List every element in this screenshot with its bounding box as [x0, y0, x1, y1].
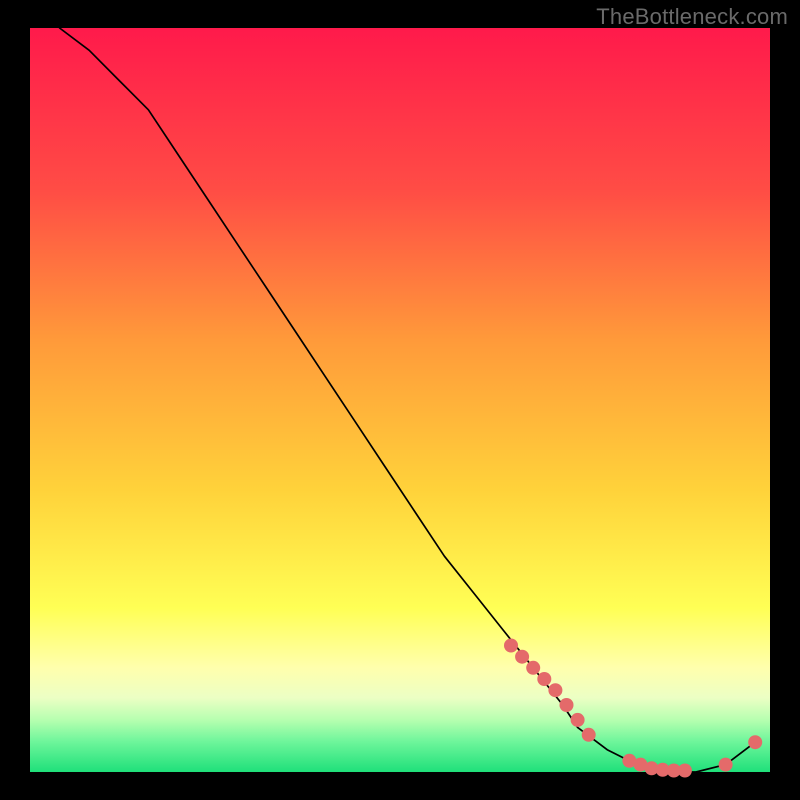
plot-area: [30, 28, 770, 772]
curve-marker: [548, 683, 562, 697]
curve-marker: [560, 698, 574, 712]
curve-marker: [504, 639, 518, 653]
bottleneck-chart: [0, 0, 800, 800]
curve-marker: [526, 661, 540, 675]
chart-stage: TheBottleneck.com: [0, 0, 800, 800]
curve-marker: [515, 650, 529, 664]
curve-marker: [748, 735, 762, 749]
curve-marker: [678, 764, 692, 778]
curve-marker: [582, 728, 596, 742]
curve-marker: [719, 758, 733, 772]
watermark-text: TheBottleneck.com: [596, 4, 788, 30]
curve-marker: [537, 672, 551, 686]
curve-marker: [571, 713, 585, 727]
